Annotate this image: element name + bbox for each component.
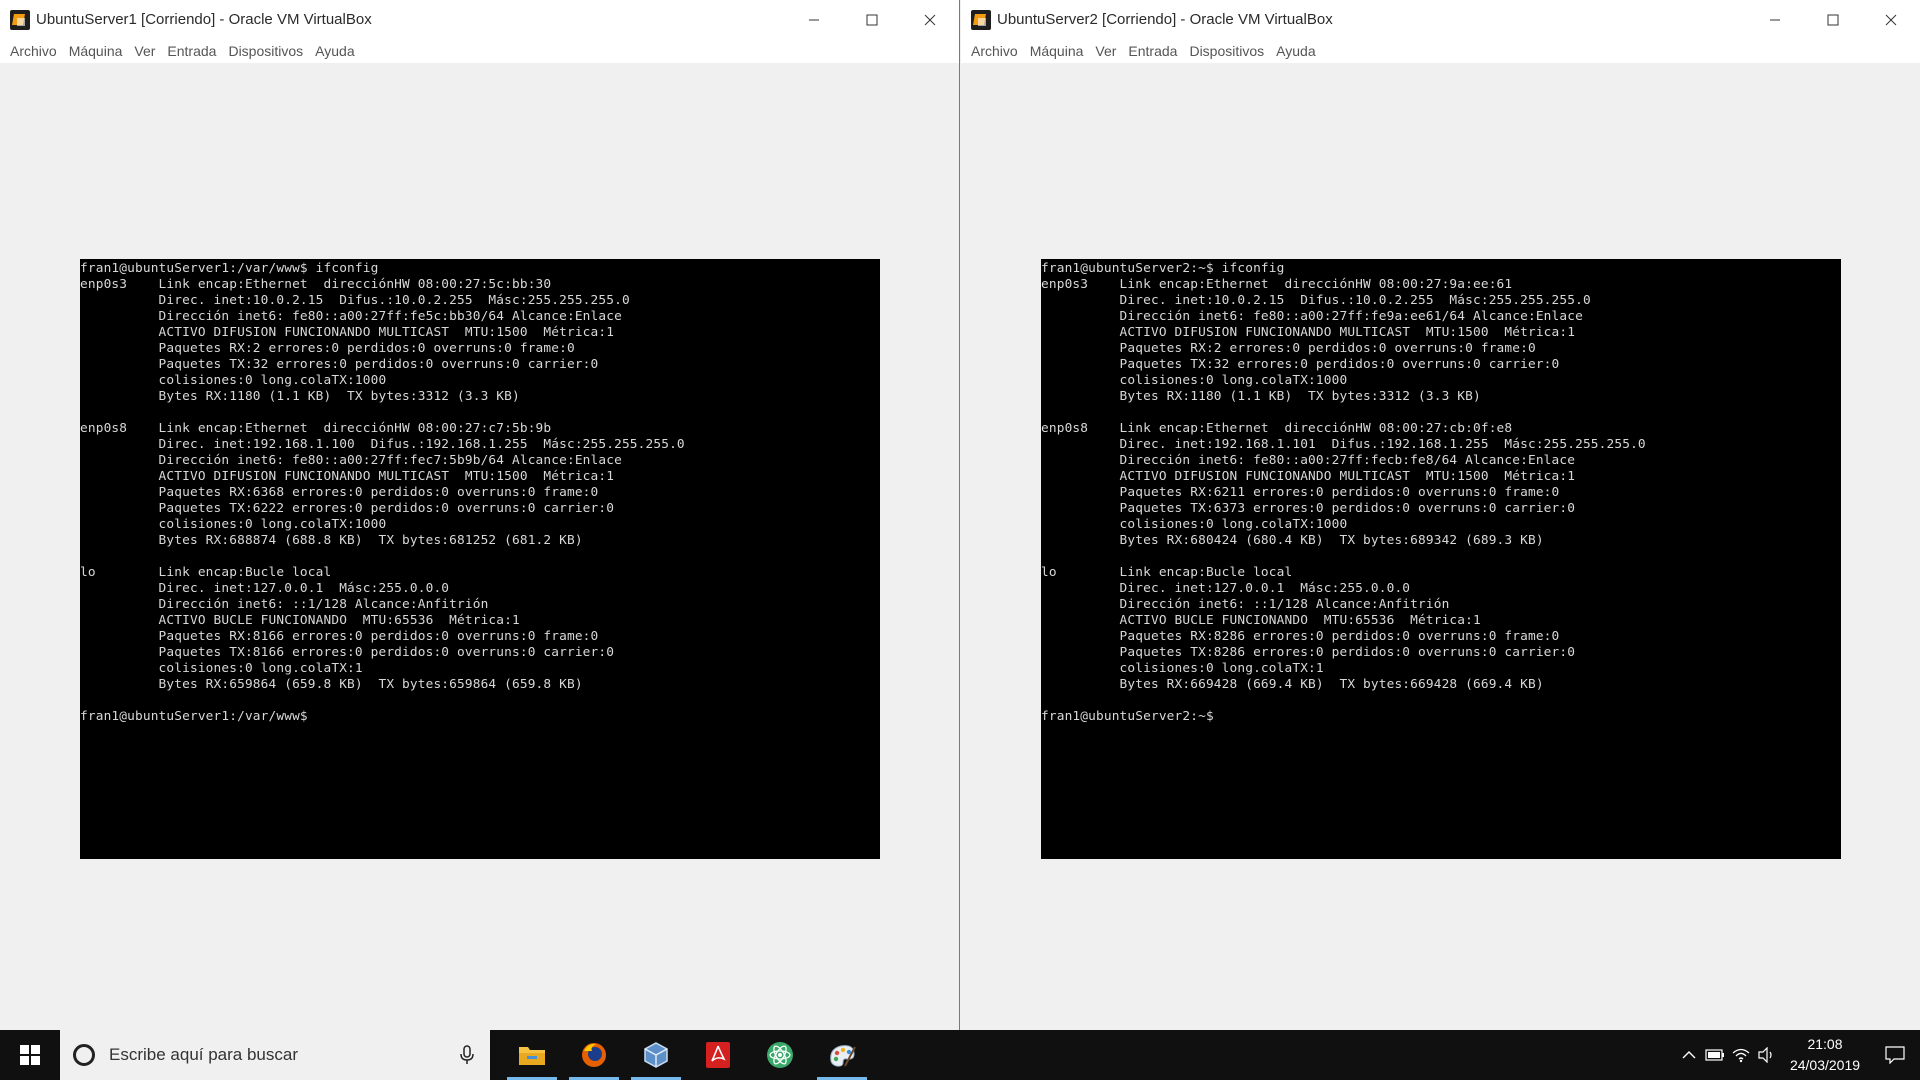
taskbar-apps [501, 1030, 873, 1080]
menu-bar: Archivo Máquina Ver Entrada Dispositivos… [0, 39, 959, 63]
menu-maquina[interactable]: Máquina [1024, 43, 1090, 59]
taskbar-virtualbox[interactable] [625, 1030, 687, 1080]
menu-ayuda[interactable]: Ayuda [309, 43, 360, 59]
maximize-icon [866, 14, 878, 25]
atom-editor-icon [767, 1042, 793, 1068]
menu-ver[interactable]: Ver [128, 43, 161, 59]
close-icon [1885, 14, 1897, 25]
virtualbox-window-server1[interactable]: UbuntuServer1 [Corriendo] - Oracle VM Vi… [0, 0, 960, 1030]
wifi-icon [1732, 1048, 1750, 1063]
menu-bar: Archivo Máquina Ver Entrada Dispositivos… [961, 39, 1920, 63]
menu-entrada[interactable]: Entrada [1122, 43, 1183, 59]
minimize-icon [809, 19, 819, 20]
cortana-icon [73, 1044, 95, 1066]
taskbar-file-explorer[interactable] [501, 1030, 563, 1080]
console-output: fran1@ubuntuServer1:/var/www$ ifconfig e… [80, 261, 685, 724]
notification-icon [1885, 1046, 1905, 1064]
taskbar-firefox[interactable] [563, 1030, 625, 1080]
paint-icon [830, 1045, 856, 1067]
menu-dispositivos[interactable]: Dispositivos [1183, 43, 1270, 59]
console-output: fran1@ubuntuServer2:~$ ifconfig enp0s3 L… [1041, 261, 1646, 724]
taskbar: Escribe aquí para buscar 21:08 24/03/201… [0, 1030, 1920, 1080]
menu-entrada[interactable]: Entrada [161, 43, 222, 59]
file-explorer-icon [519, 1047, 545, 1065]
minimize-icon [1770, 19, 1780, 20]
vm-console-screen[interactable]: fran1@ubuntuServer1:/var/www$ ifconfig e… [80, 259, 880, 859]
maximize-button[interactable] [843, 0, 901, 39]
window-title: UbuntuServer1 [Corriendo] - Oracle VM Vi… [36, 11, 372, 28]
acrobat-reader-icon [706, 1042, 730, 1068]
show-hidden-icons-button[interactable] [1676, 1030, 1702, 1080]
minimize-button[interactable] [785, 0, 843, 39]
network-button[interactable] [1728, 1030, 1754, 1080]
start-button[interactable] [0, 1030, 60, 1080]
menu-archivo[interactable]: Archivo [965, 43, 1024, 59]
windows-logo-icon [20, 1045, 40, 1065]
menu-dispositivos[interactable]: Dispositivos [222, 43, 309, 59]
virtualbox-app-icon [971, 9, 991, 30]
chevron-up-icon [1682, 1051, 1696, 1059]
speaker-icon [1758, 1047, 1772, 1063]
firefox-icon [582, 1043, 606, 1067]
virtualbox-app-icon [10, 9, 30, 30]
menu-ver[interactable]: Ver [1089, 43, 1122, 59]
system-tray: 21:08 24/03/2019 [1676, 1030, 1920, 1080]
virtualbox-window-server2[interactable]: UbuntuServer2 [Corriendo] - Oracle VM Vi… [961, 0, 1920, 1030]
virtualbox-icon [644, 1042, 668, 1068]
minimize-button[interactable] [1746, 0, 1804, 39]
volume-button[interactable] [1754, 1030, 1780, 1080]
clock-time: 21:08 [1807, 1036, 1843, 1052]
taskbar-clock[interactable]: 21:08 24/03/2019 [1780, 1034, 1870, 1076]
title-bar[interactable]: UbuntuServer1 [Corriendo] - Oracle VM Vi… [0, 0, 959, 39]
window-controls [1746, 0, 1920, 39]
action-center-button[interactable] [1870, 1030, 1920, 1080]
close-icon [924, 14, 936, 25]
maximize-icon [1827, 14, 1839, 25]
close-button[interactable] [901, 0, 959, 39]
vm-display-area: fran1@ubuntuServer1:/var/www$ ifconfig e… [0, 63, 959, 1030]
battery-icon [1705, 1049, 1724, 1061]
search-placeholder: Escribe aquí para buscar [109, 1045, 298, 1064]
maximize-button[interactable] [1804, 0, 1862, 39]
menu-ayuda[interactable]: Ayuda [1270, 43, 1321, 59]
taskbar-paint[interactable] [811, 1030, 873, 1080]
microphone-icon[interactable] [460, 1045, 474, 1065]
taskbar-acrobat-reader[interactable] [687, 1030, 749, 1080]
window-controls [785, 0, 959, 39]
taskbar-search-box[interactable]: Escribe aquí para buscar [60, 1030, 490, 1080]
window-title: UbuntuServer2 [Corriendo] - Oracle VM Vi… [997, 11, 1333, 28]
menu-archivo[interactable]: Archivo [4, 43, 63, 59]
clock-date: 24/03/2019 [1789, 1057, 1861, 1073]
taskbar-atom[interactable] [749, 1030, 811, 1080]
menu-maquina[interactable]: Máquina [63, 43, 129, 59]
title-bar[interactable]: UbuntuServer2 [Corriendo] - Oracle VM Vi… [961, 0, 1920, 39]
close-button[interactable] [1862, 0, 1920, 39]
vm-console-screen[interactable]: fran1@ubuntuServer2:~$ ifconfig enp0s3 L… [1041, 259, 1841, 859]
vm-display-area: fran1@ubuntuServer2:~$ ifconfig enp0s3 L… [961, 63, 1920, 1030]
battery-button[interactable] [1702, 1030, 1728, 1080]
